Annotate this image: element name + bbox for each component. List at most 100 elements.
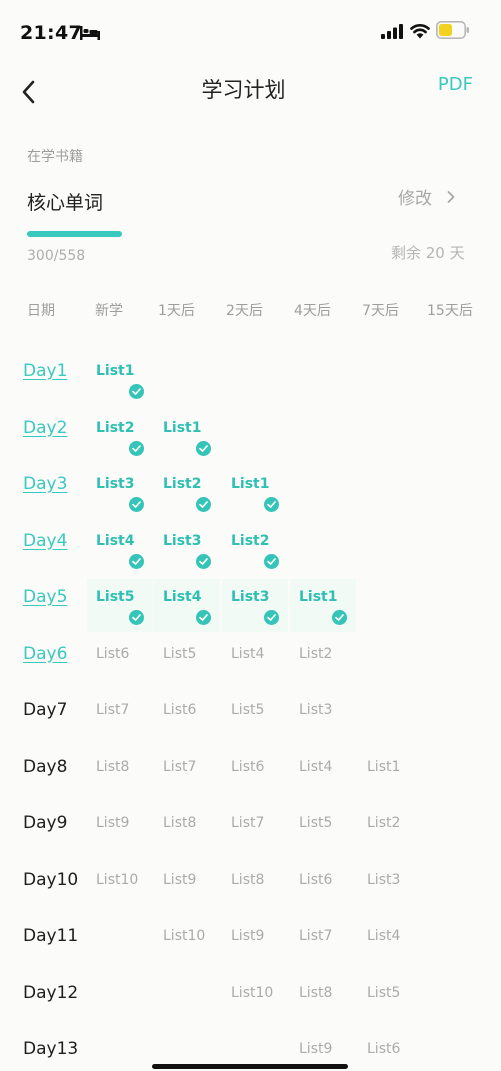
day-row: Day5 List5 List4 List3 List1 bbox=[0, 579, 501, 636]
book-name: 核心单词 bbox=[27, 192, 104, 214]
check-icon bbox=[196, 440, 211, 456]
list-cell: List2 bbox=[87, 410, 153, 463]
list-cell: List3 bbox=[154, 523, 220, 576]
list-cell: List6 bbox=[154, 692, 220, 745]
day-label: Day8 bbox=[23, 756, 68, 777]
list-label: List10 bbox=[231, 984, 274, 1001]
list-label: List8 bbox=[96, 758, 130, 775]
check-icon bbox=[332, 610, 347, 625]
list-label: List10 bbox=[163, 928, 206, 944]
list-label: List4 bbox=[163, 589, 202, 605]
battery-icon bbox=[436, 21, 469, 39]
day-row: Day2 List2 List1 bbox=[0, 410, 501, 467]
list-cell: List1 bbox=[222, 466, 288, 519]
check-icon bbox=[196, 610, 211, 625]
list-cell: List7 bbox=[154, 749, 220, 802]
day-label[interactable]: Day5 bbox=[23, 587, 67, 607]
list-cell: List4 bbox=[154, 579, 220, 632]
list-label: List4 bbox=[231, 645, 265, 662]
day-row: Day8 List8 List7 List6 List4 List1 bbox=[0, 749, 501, 806]
edit-book-label: 修改 bbox=[398, 189, 432, 209]
list-cell: List9 bbox=[87, 805, 153, 858]
check-icon bbox=[129, 553, 144, 569]
list-label: List2 bbox=[163, 476, 202, 492]
day-label: Day13 bbox=[23, 1039, 79, 1059]
day-row: Day11 List10 List9 List7 List4 bbox=[0, 918, 501, 975]
list-cell: List8 bbox=[222, 862, 288, 915]
day-label: Day9 bbox=[23, 813, 68, 833]
status-time: 21:47 bbox=[20, 22, 82, 44]
list-label: List6 bbox=[163, 702, 197, 718]
list-label: List1 bbox=[299, 589, 338, 605]
list-label: List6 bbox=[299, 871, 333, 888]
list-cell: List5 bbox=[290, 805, 356, 858]
list-cell: List3 bbox=[87, 466, 153, 519]
list-cell: List10 bbox=[87, 862, 153, 915]
check-icon bbox=[129, 610, 144, 625]
edit-book-button[interactable]: 修改 bbox=[398, 184, 456, 209]
list-label: List1 bbox=[163, 419, 202, 436]
list-label: List8 bbox=[299, 984, 333, 1001]
list-label: List2 bbox=[299, 645, 333, 662]
list-cell: List5 bbox=[358, 975, 424, 1028]
check-icon bbox=[129, 440, 144, 456]
day-label[interactable]: Day1 bbox=[23, 361, 67, 381]
day-row: Day6 List6 List5 List4 List2 bbox=[0, 636, 501, 693]
list-label: List5 bbox=[299, 815, 333, 831]
list-label: List9 bbox=[299, 1041, 333, 1057]
day-label[interactable]: Day4 bbox=[23, 531, 67, 551]
list-label: List3 bbox=[231, 589, 270, 605]
day-label: Day11 bbox=[23, 926, 79, 946]
bed-icon bbox=[80, 26, 100, 40]
progress-bar bbox=[27, 231, 467, 237]
day-label[interactable]: Day3 bbox=[23, 474, 67, 494]
list-label: List3 bbox=[163, 532, 202, 549]
book-section-label: 在学书籍 bbox=[27, 149, 83, 165]
list-label: List5 bbox=[96, 589, 135, 605]
list-label: List2 bbox=[367, 815, 401, 831]
list-cell: List1 bbox=[358, 749, 424, 802]
day-row: Day12 List10 List8 List5 bbox=[0, 975, 501, 1032]
list-label: List9 bbox=[163, 871, 197, 888]
header-15-days: 15天后 bbox=[427, 303, 473, 319]
day-label[interactable]: Day2 bbox=[23, 418, 67, 438]
list-cell: List4 bbox=[87, 523, 153, 576]
list-cell: List5 bbox=[222, 692, 288, 745]
list-cell: List1 bbox=[87, 353, 153, 406]
list-label: List3 bbox=[96, 476, 135, 492]
list-label: List7 bbox=[231, 815, 265, 831]
day-label[interactable]: Day6 bbox=[23, 644, 67, 664]
check-icon bbox=[196, 553, 211, 569]
header-7-days: 7天后 bbox=[362, 303, 399, 319]
schedule-header: 日期 新学 1天后 2天后 4天后 7天后 15天后 bbox=[0, 300, 501, 326]
list-label: List7 bbox=[96, 702, 130, 718]
list-cell: List9 bbox=[154, 862, 220, 915]
list-label: List9 bbox=[96, 815, 130, 831]
list-label: List6 bbox=[231, 758, 265, 775]
list-cell: List1 bbox=[154, 410, 220, 463]
list-cell: List3 bbox=[222, 579, 288, 632]
list-label: List8 bbox=[163, 815, 197, 831]
list-label: List4 bbox=[96, 532, 135, 549]
list-cell: List3 bbox=[290, 692, 356, 745]
day-label: Day7 bbox=[23, 700, 68, 720]
day-row: Day10 List10 List9 List8 List6 List3 bbox=[0, 862, 501, 919]
check-icon bbox=[264, 610, 279, 625]
list-cell: List8 bbox=[87, 749, 153, 802]
header-date: 日期 bbox=[27, 303, 55, 319]
list-cell: List4 bbox=[358, 918, 424, 971]
list-cell: List7 bbox=[222, 805, 288, 858]
list-cell: List8 bbox=[290, 975, 356, 1028]
progress-count: 300/558 bbox=[27, 248, 86, 264]
status-bar: 21:47 bbox=[0, 0, 501, 66]
day-row: Day3 List3 List2 List1 bbox=[0, 466, 501, 523]
list-label: List4 bbox=[299, 758, 333, 775]
list-cell: List2 bbox=[222, 523, 288, 576]
check-icon bbox=[264, 553, 279, 569]
page-title: 学习计划 bbox=[201, 78, 286, 102]
list-cell: List7 bbox=[290, 918, 356, 971]
list-label: List1 bbox=[231, 476, 270, 492]
check-icon bbox=[196, 497, 211, 512]
pdf-button[interactable]: PDF bbox=[438, 74, 473, 95]
home-indicator bbox=[152, 1064, 348, 1069]
